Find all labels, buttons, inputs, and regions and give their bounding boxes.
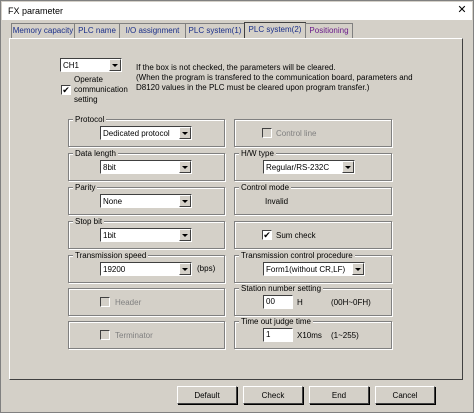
chevron-down-icon <box>179 161 191 173</box>
operate-label-2: communication <box>74 85 128 94</box>
transmission-control-group: Transmission control procedure Form1(wit… <box>234 251 392 283</box>
protocol-group: Protocol Dedicated protocol <box>68 115 225 147</box>
chevron-down-icon <box>352 263 364 275</box>
sum-check-group: ✔ Sum check <box>234 221 392 249</box>
sum-check-label: Sum check <box>276 231 316 240</box>
data-length-group: Data length 8bit <box>68 149 225 181</box>
timeout-input[interactable]: 1 <box>263 328 293 342</box>
check-button[interactable]: Check <box>243 386 303 404</box>
control-mode-value: Invalid <box>265 197 289 206</box>
stop-bit-label: Stop bit <box>73 217 105 226</box>
parity-group: Parity None <box>68 183 225 215</box>
hw-type-label: H/W type <box>239 149 276 158</box>
tab-positioning[interactable]: Positioning <box>305 23 353 38</box>
plc-system-2-panel: CH1 ✔ Operate communication setting If t… <box>9 38 463 380</box>
end-button[interactable]: End <box>309 386 369 404</box>
tab-io-assignment[interactable]: I/O assignment <box>119 23 186 38</box>
parity-label: Parity <box>73 183 98 192</box>
chevron-down-icon <box>179 127 191 139</box>
notice-line-1: If the box is not checked, the parameter… <box>136 63 336 72</box>
station-number-group: Station number setting 00 H (00H~0FH) <box>234 284 392 316</box>
header-checkbox[interactable] <box>100 297 110 307</box>
hw-type-group: H/W type Regular/RS-232C <box>234 149 392 181</box>
station-number-unit: H <box>297 298 303 307</box>
control-line-checkbox[interactable] <box>262 128 272 138</box>
chevron-down-icon <box>179 195 191 207</box>
control-line-label: Control line <box>276 129 317 138</box>
station-number-label: Station number setting <box>239 284 324 293</box>
operate-label-1: Operate <box>74 75 103 84</box>
chevron-down-icon <box>109 59 121 71</box>
chevron-down-icon <box>179 263 191 275</box>
channel-select[interactable]: CH1 <box>60 58 122 72</box>
protocol-label: Protocol <box>73 115 107 124</box>
chevron-down-icon <box>342 161 354 173</box>
transmission-control-select[interactable]: Form1(without CR,LF) <box>263 262 365 276</box>
parity-select[interactable]: None <box>100 194 192 208</box>
hw-type-select[interactable]: Regular/RS-232C <box>263 160 355 174</box>
data-length-select[interactable]: 8bit <box>100 160 192 174</box>
title-bar: FX parameter ✕ <box>2 2 472 20</box>
timeout-unit: X10ms <box>297 331 322 340</box>
chevron-down-icon <box>179 229 191 241</box>
default-button[interactable]: Default <box>177 386 237 404</box>
operate-communication-checkbox[interactable]: ✔ <box>61 85 71 95</box>
header-label: Header <box>115 298 142 307</box>
terminator-group: Terminator <box>68 321 225 349</box>
stop-bit-select[interactable]: 1bit <box>100 228 192 242</box>
timeout-label: Time out judge time <box>239 317 313 326</box>
notice-line-2: (When the program is transfered to the c… <box>136 73 413 82</box>
fx-parameter-window: FX parameter ✕ Memory capacity PLC name … <box>0 0 474 413</box>
close-icon[interactable]: ✕ <box>455 4 469 16</box>
tab-plc-system-1[interactable]: PLC system(1) <box>185 23 245 38</box>
transmission-speed-select[interactable]: 19200 <box>100 262 192 276</box>
tab-memory-capacity[interactable]: Memory capacity <box>11 23 75 38</box>
bps-unit: (bps) <box>197 264 216 273</box>
operate-label-3: setting <box>74 95 98 104</box>
tab-plc-name[interactable]: PLC name <box>74 23 120 38</box>
control-mode-label: Control mode <box>239 183 292 192</box>
sum-check-checkbox[interactable]: ✔ <box>262 230 272 240</box>
station-number-input[interactable]: 00 <box>263 295 293 309</box>
header-group: Header <box>68 288 225 316</box>
transmission-control-label: Transmission control procedure <box>239 251 355 260</box>
station-number-range: (00H~0FH) <box>331 298 371 307</box>
transmission-speed-label: Transmission speed <box>73 251 149 260</box>
stop-bit-group: Stop bit 1bit <box>68 217 225 249</box>
control-mode-group: Control mode Invalid <box>234 183 392 215</box>
cancel-button[interactable]: Cancel <box>375 386 435 404</box>
terminator-label: Terminator <box>115 331 153 340</box>
timeout-group: Time out judge time 1 X10ms (1~255) <box>234 317 392 349</box>
data-length-label: Data length <box>73 149 118 158</box>
window-title: FX parameter <box>8 6 64 16</box>
transmission-speed-group: Transmission speed 19200 (bps) <box>68 251 225 283</box>
tab-plc-system-2[interactable]: PLC system(2) <box>244 22 306 39</box>
terminator-checkbox[interactable] <box>100 330 110 340</box>
control-line-group: Control line <box>234 119 392 147</box>
notice-line-3: D8120 values in the PLC must be cleared … <box>136 83 370 92</box>
protocol-select[interactable]: Dedicated protocol <box>100 126 192 140</box>
timeout-range: (1~255) <box>331 331 359 340</box>
